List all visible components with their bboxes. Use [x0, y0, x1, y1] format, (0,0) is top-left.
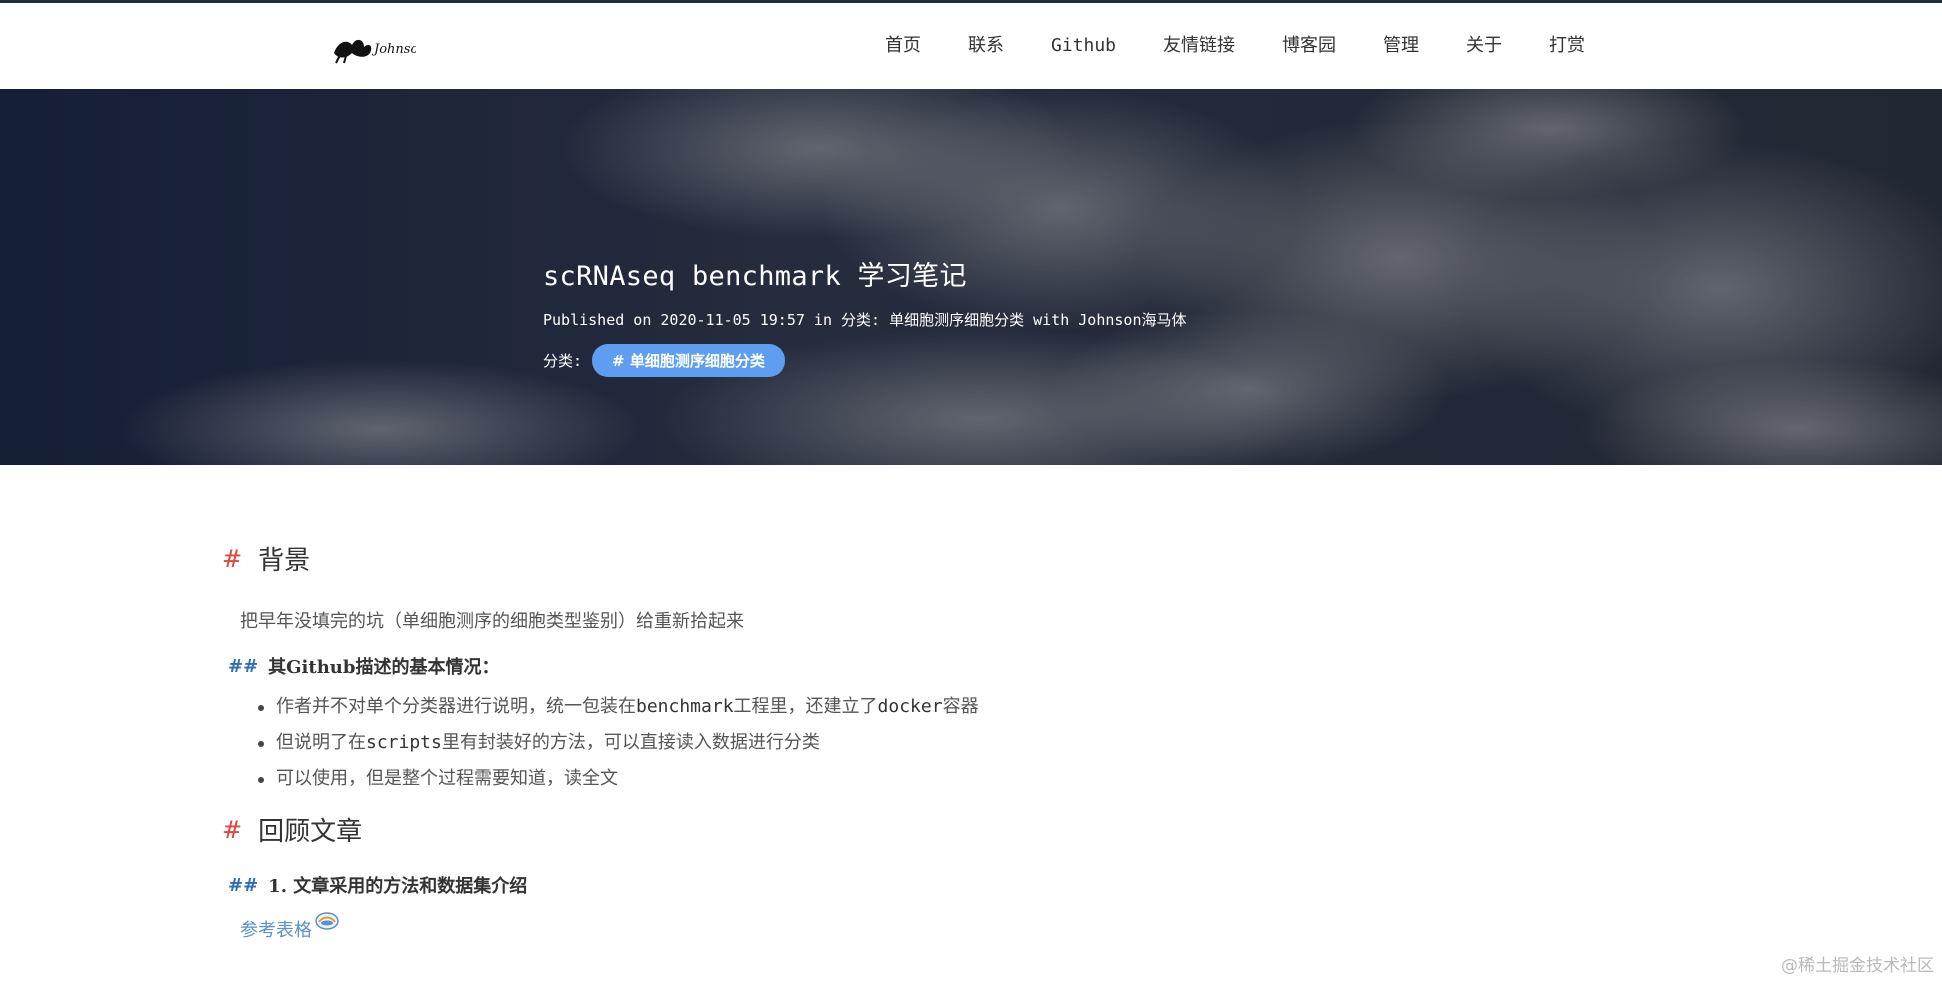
category-tag[interactable]: # 单细胞测序细胞分类 [592, 344, 785, 377]
heading-hash: # [222, 544, 243, 573]
watermark: @稀土掘金技术社区 [1781, 956, 1934, 976]
site-logo[interactable]: Johnson [330, 31, 416, 65]
reference-row: 参考表格 [222, 912, 1422, 942]
list-item: 但说明了在scripts里有封装好的方法，可以直接读入数据进行分类 [256, 725, 1422, 761]
list-item: 可以使用，但是整个过程需要知道，读全文 [256, 761, 1422, 797]
article-body: # 背景 把早年没填完的坑（单细胞测序的细胞类型鉴别）给重新拾起来 ## 其Gi… [222, 540, 1422, 942]
post-meta: Published on 2020-11-05 19:57 in 分类: 单细胞… [543, 311, 1187, 329]
heading-review: # 回顾文章 [222, 811, 1422, 848]
text-segment: 作者并不对单个分类器进行说明，统一包装在 [276, 696, 636, 717]
subheading-hash: ## [228, 655, 259, 677]
nav-github[interactable]: Github [1051, 33, 1116, 59]
nav-admin[interactable]: 管理 [1383, 33, 1419, 59]
subheading-github: ## 其Github描述的基本情况： [228, 653, 1422, 679]
text-segment: 容器 [942, 696, 979, 717]
heading-text: 回顾文章 [258, 817, 363, 847]
text-segment: 可以使用，但是整个过程需要知道，读全文 [276, 768, 618, 789]
intro-paragraph: 把早年没填完的坑（单细胞测序的细胞类型鉴别）给重新拾起来 [240, 611, 744, 632]
code-text: benchmark [636, 696, 734, 717]
heading-background: # 背景 [222, 540, 1422, 577]
logo-text: Johnson [371, 42, 416, 57]
top-navbar: Johnson 首页 联系 Github 友情链接 博客园 管理 关于 打赏 [0, 0, 1942, 89]
nav-donate[interactable]: 打赏 [1549, 33, 1585, 59]
subheading-text: 1. 文章采用的方法和数据集介绍 [268, 876, 528, 897]
nav-cnblogs[interactable]: 博客园 [1282, 33, 1336, 59]
text-segment: 工程里，还建立了 [733, 696, 878, 717]
subheading-methods: ## 1. 文章采用的方法和数据集介绍 [228, 872, 1422, 898]
code-text: docker [877, 696, 943, 717]
nav-friend-links[interactable]: 友情链接 [1163, 33, 1235, 59]
post-title: scRNAseq benchmark 学习笔记 [543, 261, 967, 292]
nav-contact[interactable]: 联系 [968, 33, 1004, 59]
github-bullet-list: 作者并不对单个分类器进行说明，统一包装在benchmark工程里，还建立了doc… [256, 689, 1422, 797]
category-label: 分类: [543, 352, 583, 370]
link-text: 参考表格 [240, 920, 312, 941]
heading-hash: # [222, 815, 243, 844]
heading-text: 背景 [258, 546, 311, 576]
hero-banner: scRNAseq benchmark 学习笔记 Published on 202… [0, 89, 1942, 465]
nav-home[interactable]: 首页 [885, 33, 921, 59]
main-nav: 首页 联系 Github 友情链接 博客园 管理 关于 打赏 [885, 33, 1632, 59]
image-icon [315, 912, 339, 930]
subheading-hash: ## [228, 874, 259, 896]
nav-about[interactable]: 关于 [1466, 33, 1502, 59]
code-text: scripts [366, 732, 442, 753]
list-item: 作者并不对单个分类器进行说明，统一包装在benchmark工程里，还建立了doc… [256, 689, 1422, 725]
text-segment: 里有封装好的方法，可以直接读入数据进行分类 [441, 732, 820, 753]
post-category-row: 分类: # 单细胞测序细胞分类 [543, 344, 1186, 377]
subheading-text: 其Github描述的基本情况： [268, 657, 500, 678]
text-segment: 但说明了在 [276, 732, 366, 753]
reference-table-link[interactable]: 参考表格 [240, 912, 340, 942]
post-header: scRNAseq benchmark 学习笔记 Published on 202… [543, 254, 1186, 377]
